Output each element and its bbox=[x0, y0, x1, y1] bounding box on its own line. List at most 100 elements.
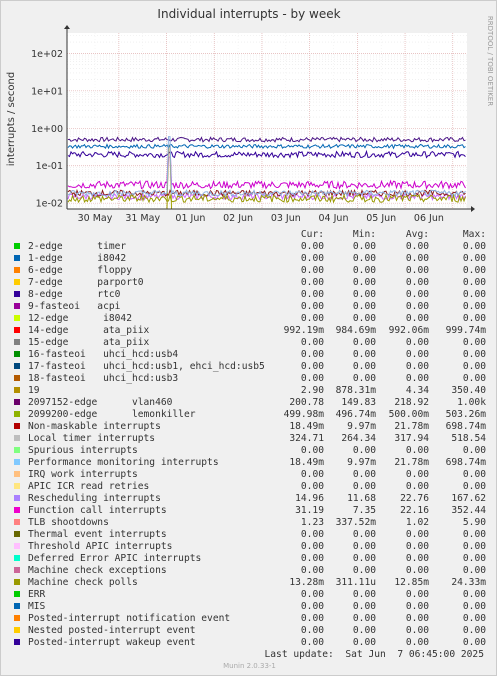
legend-swatch bbox=[14, 423, 20, 429]
legend-swatch bbox=[14, 267, 20, 273]
legend-value-avg: 0.00 bbox=[405, 601, 429, 612]
legend-value-max: 0.00 bbox=[462, 349, 486, 360]
legend-value-min: 496.74m bbox=[335, 409, 376, 420]
legend-value-cur: 18.49m bbox=[289, 421, 324, 432]
legend-value-max: 0.00 bbox=[462, 313, 486, 324]
legend-value-avg: 0.00 bbox=[405, 241, 429, 252]
legend-row: APIC ICR read retries 0.00 0.00 0.00 0.00 bbox=[1, 481, 497, 493]
legend-value-cur: 0.00 bbox=[300, 349, 324, 360]
legend-row: ERR 0.00 0.00 0.00 0.00 bbox=[1, 589, 497, 601]
legend-swatch bbox=[14, 531, 20, 537]
legend-value-min: 337.52m bbox=[335, 517, 376, 528]
legend-swatch bbox=[14, 543, 20, 549]
legend-column-header: Avg: bbox=[405, 229, 429, 240]
legend-label: 18-fasteoi uhci_hcd:usb3 bbox=[28, 373, 179, 384]
legend-value-avg: 21.78m bbox=[394, 457, 429, 468]
legend-value-max: 167.62 bbox=[451, 493, 486, 504]
legend-value-max: 0.00 bbox=[462, 277, 486, 288]
y-axis-arrow bbox=[64, 25, 70, 29]
legend-value-min: 0.00 bbox=[352, 301, 376, 312]
x-tick-label: 06 Jun bbox=[414, 213, 444, 224]
legend-value-cur: 0.00 bbox=[300, 601, 324, 612]
legend-value-max: 698.74m bbox=[445, 421, 486, 432]
legend-value-cur: 0.00 bbox=[300, 565, 324, 576]
legend-label: 12-edge i8042 bbox=[28, 313, 132, 324]
legend-swatch bbox=[14, 327, 20, 333]
legend-value-max: 350.40 bbox=[451, 385, 486, 396]
legend-value-avg: 0.00 bbox=[405, 613, 429, 624]
legend-value-min: 0.00 bbox=[352, 541, 376, 552]
legend-value-max: 352.44 bbox=[451, 505, 486, 516]
legend-value-cur: 0.00 bbox=[300, 445, 324, 456]
legend-swatch bbox=[14, 555, 20, 561]
legend-row: Thermal event interrupts 0.00 0.00 0.00 0.00 bbox=[1, 529, 497, 541]
legend-value-min: 878.31m bbox=[335, 385, 376, 396]
legend-swatch bbox=[14, 495, 20, 501]
legend-swatch bbox=[14, 411, 20, 417]
legend-value-cur: 0.00 bbox=[300, 241, 324, 252]
legend-value-min: 0.00 bbox=[352, 565, 376, 576]
legend-row: Deferred Error APIC interrupts 0.00 0.00 0.… bbox=[1, 553, 497, 565]
legend-value-cur: 0.00 bbox=[300, 313, 324, 324]
legend-row: Machine check exceptions 0.00 0.00 0.00 0.00 bbox=[1, 565, 497, 577]
legend-value-min: 0.00 bbox=[352, 373, 376, 384]
legend-value-avg: 218.92 bbox=[394, 397, 429, 408]
legend-value-avg: 0.00 bbox=[405, 589, 429, 600]
legend-value-cur: 0.00 bbox=[300, 361, 324, 372]
legend-label: 19 bbox=[28, 385, 40, 396]
legend-row: 6-edge floppy 0.00 0.00 0.00 0.00 bbox=[1, 265, 497, 277]
legend-value-max: 0.00 bbox=[462, 289, 486, 300]
x-tick-label: 03 Jun bbox=[271, 213, 301, 224]
legend-row: 17-fasteoi uhci_hcd:usb1, ehci_hcd:usb5 0… bbox=[1, 361, 497, 373]
legend-column-header: Cur: bbox=[300, 229, 324, 240]
legend-value-cur: 1.23 bbox=[300, 517, 324, 528]
legend-label: 14-edge ata_piix bbox=[28, 325, 150, 336]
legend-row: 2099200-edge lemonkiller 499.98m 496.74m 50… bbox=[1, 409, 497, 421]
legend-value-max: 0.00 bbox=[462, 469, 486, 480]
legend-label: 15-edge ata_piix bbox=[28, 337, 150, 348]
legend-value-min: 984.69m bbox=[335, 325, 376, 336]
legend-swatch bbox=[14, 483, 20, 489]
legend-value-min: 264.34 bbox=[341, 433, 376, 444]
legend-value-avg: 0.00 bbox=[405, 541, 429, 552]
legend-label: Nested posted-interrupt event bbox=[28, 625, 196, 636]
legend-value-min: 0.00 bbox=[352, 589, 376, 600]
legend-value-cur: 499.98m bbox=[283, 409, 324, 420]
legend-value-cur: 0.00 bbox=[300, 289, 324, 300]
legend-value-cur: 0.00 bbox=[300, 553, 324, 564]
legend-value-cur: 200.78 bbox=[289, 397, 324, 408]
legend-value-max: 0.00 bbox=[462, 565, 486, 576]
legend-value-max: 0.00 bbox=[462, 541, 486, 552]
legend-row: Performance monitoring interrupts 18.49m 9… bbox=[1, 457, 497, 469]
legend-swatch bbox=[14, 471, 20, 477]
legend-value-max: 24.33m bbox=[451, 577, 486, 588]
legend-label: Threshold APIC interrupts bbox=[28, 541, 173, 552]
legend-value-max: 0.00 bbox=[462, 301, 486, 312]
legend-value-max: 0.00 bbox=[462, 337, 486, 348]
legend-label: 1-edge i8042 bbox=[28, 253, 127, 264]
legend-label: IRQ work interrupts bbox=[28, 469, 138, 480]
x-tick-label: 02 Jun bbox=[223, 213, 253, 224]
y-tick-label: 1e+00 bbox=[31, 124, 63, 135]
legend-value-max: 0.00 bbox=[462, 241, 486, 252]
legend-swatch bbox=[14, 303, 20, 309]
legend-row: 8-edge rtc0 0.00 0.00 0.00 0.00 bbox=[1, 289, 497, 301]
legend-value-min: 0.00 bbox=[352, 337, 376, 348]
legend-label: Local timer interrupts bbox=[28, 433, 156, 444]
legend-row: MIS 0.00 0.00 0.00 0.00 bbox=[1, 601, 497, 613]
legend-label: 6-edge floppy bbox=[28, 265, 132, 276]
legend-swatch bbox=[14, 567, 20, 573]
munin-graph: Individual interrupts - by week interrup… bbox=[0, 0, 497, 676]
legend-value-avg: 0.00 bbox=[405, 553, 429, 564]
legend-value-cur: 0.00 bbox=[300, 625, 324, 636]
legend-row: Posted-interrupt notification event 0.00 0… bbox=[1, 613, 497, 625]
legend-swatch bbox=[14, 351, 20, 357]
legend-label: 8-edge rtc0 bbox=[28, 289, 121, 300]
legend-swatch bbox=[14, 315, 20, 321]
legend-label: Machine check polls bbox=[28, 577, 138, 588]
legend-value-max: 518.54 bbox=[451, 433, 486, 444]
legend-value-cur: 0.00 bbox=[300, 277, 324, 288]
legend-value-max: 0.00 bbox=[462, 601, 486, 612]
legend-value-cur: 992.19m bbox=[283, 325, 324, 336]
legend-value-cur: 0.00 bbox=[300, 541, 324, 552]
